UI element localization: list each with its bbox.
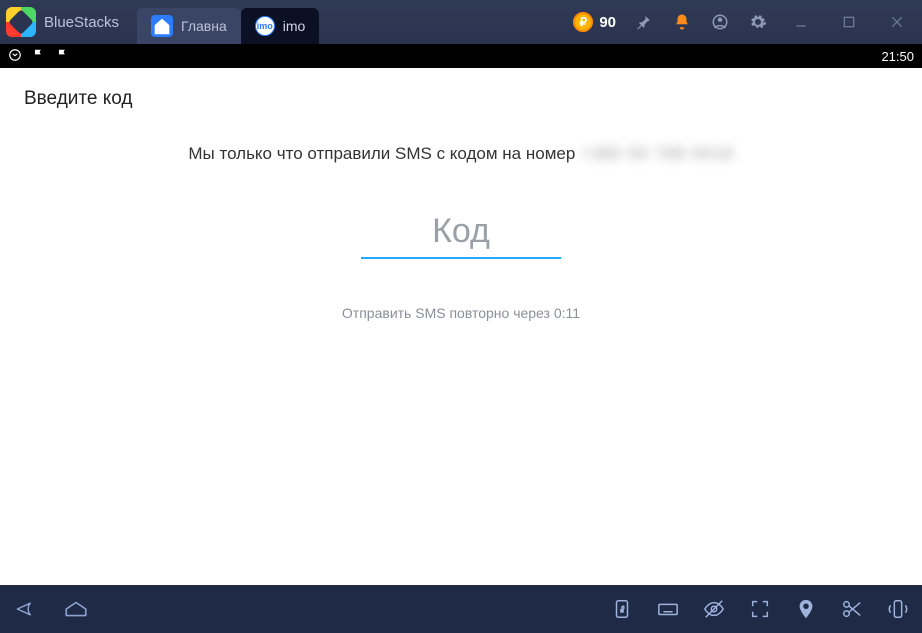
- fullscreen-icon[interactable]: [748, 597, 772, 621]
- app-name-label: BlueStacks: [44, 14, 119, 31]
- phone-number-masked: +380 50 788 0018: [580, 144, 734, 163]
- home-button[interactable]: [62, 595, 90, 623]
- flag-icon: [32, 48, 46, 65]
- sms-message-text: Мы только что отправили SMS с кодом на н…: [188, 144, 575, 163]
- bluestacks-title-bar: BlueStacks Главна imo imo ₽ 90: [0, 0, 922, 44]
- code-input-wrap: [361, 212, 561, 259]
- minimize-button[interactable]: [786, 7, 816, 37]
- page-title: Введите код: [0, 68, 922, 122]
- flag-icon-2: [56, 48, 70, 65]
- coin-count: 90: [599, 14, 616, 31]
- imo-icon: imo: [255, 16, 275, 36]
- gear-icon[interactable]: [748, 12, 768, 32]
- tab-imo-label: imo: [283, 18, 306, 34]
- tab-imo[interactable]: imo imo: [241, 8, 320, 44]
- keyboard-icon[interactable]: [656, 597, 680, 621]
- sms-sent-message: Мы только что отправили SMS с кодом на н…: [0, 144, 922, 164]
- maximize-button[interactable]: [834, 7, 864, 37]
- resend-countdown: Отправить SMS повторно через 0:11: [0, 305, 922, 321]
- close-button[interactable]: [882, 7, 912, 37]
- title-bar-right: ₽ 90: [573, 7, 922, 37]
- visibility-off-icon[interactable]: [702, 597, 726, 621]
- app-content: Введите код Мы только что отправили SMS …: [0, 68, 922, 585]
- account-icon[interactable]: [710, 12, 730, 32]
- coin-balance[interactable]: ₽ 90: [573, 12, 616, 32]
- android-status-bar: 21:50: [0, 44, 922, 68]
- android-nav-bar: [0, 585, 922, 633]
- code-input[interactable]: [361, 212, 561, 259]
- pin-icon[interactable]: [634, 12, 654, 32]
- resend-timer: 0:11: [554, 305, 580, 321]
- bell-icon[interactable]: [672, 12, 692, 32]
- location-icon[interactable]: [794, 597, 818, 621]
- bluestacks-logo-icon: [6, 7, 36, 37]
- back-button[interactable]: [12, 595, 40, 623]
- shake-icon[interactable]: [886, 597, 910, 621]
- home-icon: [151, 15, 173, 37]
- scissors-icon[interactable]: [840, 597, 864, 621]
- rotation-lock-icon[interactable]: [610, 597, 634, 621]
- tab-home-label: Главна: [181, 18, 227, 34]
- tab-home[interactable]: Главна: [137, 8, 241, 44]
- imo-status-icon: [8, 48, 22, 65]
- coin-icon: ₽: [573, 12, 593, 32]
- status-time: 21:50: [881, 49, 914, 64]
- resend-prefix: Отправить SMS повторно через: [342, 305, 554, 321]
